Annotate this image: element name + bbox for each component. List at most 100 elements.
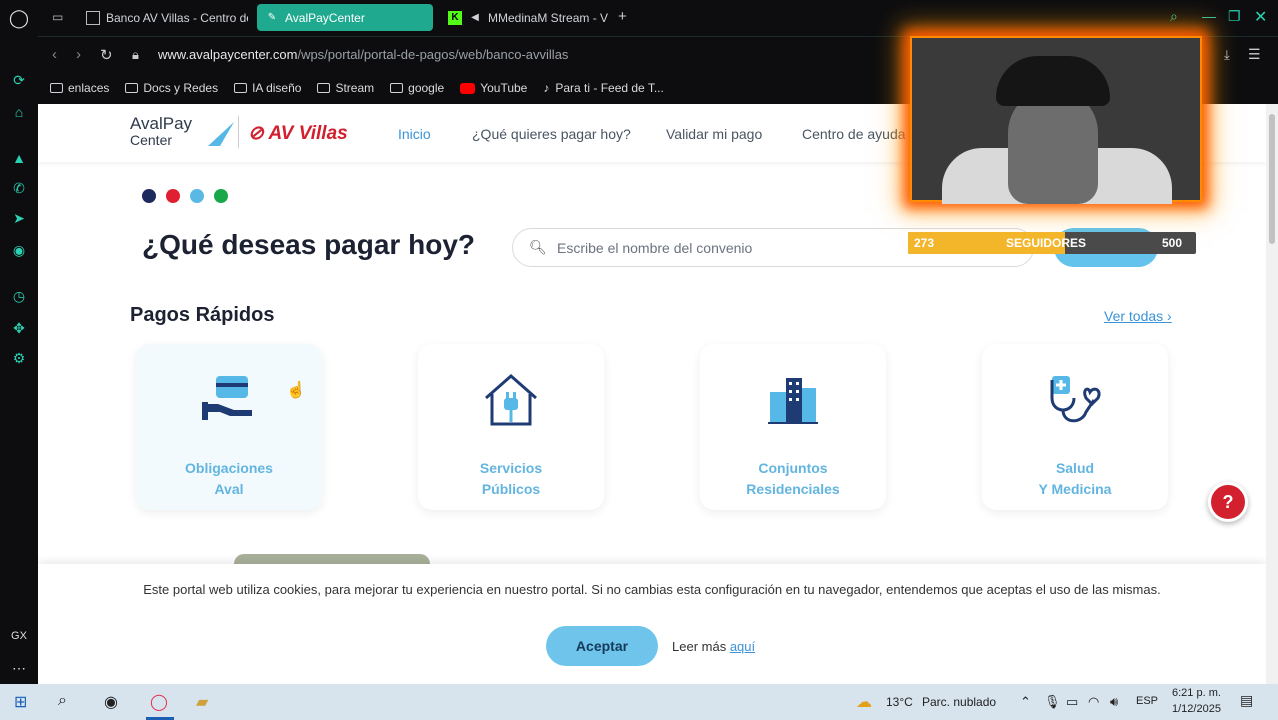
battery-icon[interactable]: ▭ <box>1066 694 1078 710</box>
wifi-icon[interactable]: ◠ <box>1088 694 1099 710</box>
stethoscope-icon <box>1050 376 1101 423</box>
bookmark-stream[interactable]: Stream <box>317 81 374 95</box>
followers-count: 273 <box>914 236 935 250</box>
obs-icon[interactable]: ◉ <box>104 692 118 712</box>
search-icon: 🔍︎ <box>529 239 547 255</box>
history-icon[interactable]: ◷ <box>9 286 29 306</box>
windows-taskbar: ⊞ ⌕ ◉ ◯ ▰ ☁ 13°C Parc. nublado ⌃ 🎙︎ ▭ ◠ … <box>0 684 1278 720</box>
nav-que-pagar[interactable]: ¿Qué quieres pagar hoy? <box>472 126 631 142</box>
opera-logo-icon[interactable]: ◯ <box>9 8 29 28</box>
help-button[interactable]: ? <box>1208 482 1248 522</box>
bookmark-docs[interactable]: Docs y Redes <box>125 81 218 95</box>
scrollbar-thumb[interactable] <box>1269 114 1275 244</box>
card-salud[interactable]: Salud Y Medicina <box>982 344 1168 510</box>
folder-icon <box>125 83 139 93</box>
tab-banco-av-villas[interactable]: Banco AV Villas - Centro de <box>78 4 248 31</box>
search-placeholder: Escribe el nombre del convenio <box>557 240 753 256</box>
gx-icon[interactable]: GX <box>9 626 29 646</box>
page-title: ¿Qué deseas pagar hoy? <box>142 229 475 260</box>
tab-bar: ▭ Banco AV Villas - Centro de ✎ AvalPayC… <box>38 0 1278 36</box>
avalpay-favicon-icon: ✎ <box>267 12 277 23</box>
folder-icon <box>50 83 63 93</box>
dot-red <box>166 189 180 203</box>
notifications-icon[interactable]: ▤ <box>1240 692 1253 709</box>
mouse-cursor-icon: ☝ <box>286 382 306 399</box>
discord-icon[interactable]: ◉ <box>9 240 29 260</box>
whatsapp-icon[interactable]: ✆ <box>9 178 29 198</box>
workspace-icon[interactable]: ⌂ <box>9 102 29 122</box>
ai-icon[interactable]: ⟳ <box>9 70 29 90</box>
new-tab-button[interactable]: + <box>618 8 627 25</box>
clock-time[interactable]: 6:21 p. m. <box>1172 687 1221 699</box>
nav-validar-pago[interactable]: Validar mi pago <box>666 126 762 142</box>
clock-date[interactable]: 1/12/2025 <box>1172 703 1221 715</box>
forward-icon[interactable]: › <box>76 46 81 63</box>
volume-icon[interactable]: 🔊︎ <box>1110 694 1118 710</box>
nav-centro-ayuda[interactable]: Centro de ayuda <box>802 126 906 142</box>
url-field[interactable]: www.avalpaycenter.com/wps/portal/portal-… <box>158 47 568 62</box>
followers-label: SEGUIDORES <box>1006 236 1087 250</box>
tab-overview-icon[interactable]: ▭ <box>52 10 63 24</box>
tray-chevron-icon[interactable]: ⌃ <box>1020 694 1031 710</box>
bookmark-tiktok[interactable]: ♪ Para ti - Feed de T... <box>543 81 664 95</box>
more-icon[interactable]: ⋯ <box>9 658 29 678</box>
dot-green <box>214 189 228 203</box>
windows-start-icon[interactable]: ⊞ <box>14 692 27 712</box>
search-icon[interactable]: ⌕ <box>58 692 67 710</box>
bookmark-youtube[interactable]: YouTube <box>460 81 527 95</box>
language-indicator[interactable]: ESP <box>1136 695 1158 707</box>
house-plug-icon <box>485 374 537 426</box>
maximize-icon[interactable]: ❐ <box>1228 8 1241 25</box>
weather-temp[interactable]: 13°C <box>886 695 913 709</box>
buildings-icon <box>768 378 818 424</box>
weather-desc[interactable]: Parc. nublado <box>922 695 996 709</box>
dot-blue <box>190 189 204 203</box>
download-icon[interactable]: ⤓ <box>1224 47 1230 63</box>
lock-icon: 🔒︎ <box>132 47 139 62</box>
opera-sidebar: ◯ ⟳ ⌂ ▲ ✆ ➤ ◉ ◷ ✥ ⚙ GX ⋯ <box>0 0 38 688</box>
logo-divider <box>238 116 239 148</box>
followers-goal: 500 <box>1162 236 1183 250</box>
tab-avalpaycenter[interactable]: ✎ AvalPayCenter <box>257 4 433 31</box>
minimize-icon[interactable]: — <box>1202 8 1216 24</box>
bookmark-google[interactable]: google <box>390 81 444 95</box>
reload-icon[interactable]: ↻ <box>100 46 113 64</box>
page-icon <box>86 10 100 25</box>
card-servicios[interactable]: Servicios Públicos <box>418 344 604 510</box>
see-all-link[interactable]: Ver todas › <box>1104 308 1172 324</box>
extensions-icon[interactable]: ✥ <box>9 318 29 338</box>
avalpay-logo[interactable]: AvalPay Center <box>130 115 192 148</box>
tiktok-icon: ♪ <box>543 81 550 95</box>
page-scrollbar[interactable] <box>1266 104 1278 684</box>
telegram-icon[interactable]: ➤ <box>9 208 29 228</box>
settings-icon[interactable]: ⚙ <box>9 348 29 368</box>
folder-icon <box>390 83 404 93</box>
av-villas-logo[interactable]: ⊘ AV Villas <box>248 122 348 145</box>
section-title: Pagos Rápidos <box>130 304 275 326</box>
card-obligaciones[interactable]: Obligaciones Aval <box>136 344 322 510</box>
opera-gx-icon[interactable]: ◯ <box>150 692 168 712</box>
aria-icon[interactable]: ▲ <box>9 148 29 168</box>
file-explorer-icon[interactable]: ▰ <box>196 692 208 712</box>
mic-icon[interactable]: 🎙︎ <box>1044 694 1061 710</box>
card-conjuntos[interactable]: Conjuntos Residenciales <box>700 344 886 510</box>
tab-stream[interactable]: K ◀ MMedinaM Stream - V <box>440 4 616 31</box>
menu-icon[interactable]: ☰ <box>1248 46 1261 63</box>
read-more: Leer más aquí <box>672 639 756 654</box>
bookmark-ia[interactable]: IA diseño <box>234 81 301 95</box>
folder-icon <box>234 83 248 93</box>
folder-icon <box>317 83 331 93</box>
dot-navy <box>142 189 156 203</box>
weather-icon[interactable]: ☁ <box>856 692 872 712</box>
webcam-person-cap <box>996 56 1110 106</box>
search-tabs-icon[interactable]: ⌕ <box>1170 8 1178 25</box>
nav-inicio[interactable]: Inicio <box>398 126 431 142</box>
read-more-link[interactable]: aquí <box>730 639 755 654</box>
close-icon[interactable]: ✕ <box>1254 7 1267 27</box>
cookie-text: Este portal web utiliza cookies, para me… <box>143 582 1161 597</box>
youtube-icon <box>460 82 476 94</box>
bookmark-enlaces[interactable]: enlaces <box>50 81 109 95</box>
accept-cookies-button[interactable]: Aceptar <box>546 626 658 666</box>
avalpay-arrow-icon <box>208 122 234 146</box>
back-icon[interactable]: ‹ <box>52 46 57 63</box>
